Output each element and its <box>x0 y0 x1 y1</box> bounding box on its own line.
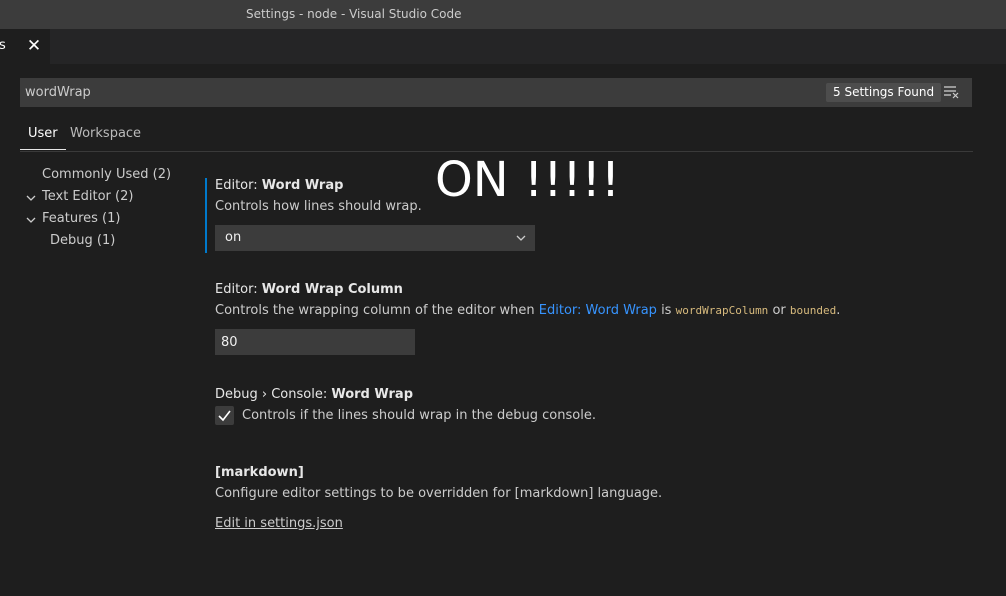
setting-category: Debug › Console: <box>215 387 332 402</box>
checkmark-icon <box>218 410 231 422</box>
setting-name: Word Wrap <box>261 178 344 193</box>
tab-user[interactable]: User <box>20 126 66 150</box>
setting-description: Controls how lines should wrap. <box>215 199 422 214</box>
tab-workspace[interactable]: Workspace <box>70 126 141 141</box>
setting-category: Editor: <box>215 282 262 297</box>
code-value: bounded <box>789 304 837 317</box>
clear-filter-icon[interactable] <box>943 85 959 99</box>
results-count-badge: 5 Settings Found <box>826 83 942 102</box>
overlay-annotation: ON !!!!! <box>435 152 621 208</box>
setting-link[interactable]: Editor: Word Wrap <box>539 303 657 318</box>
focus-indicator <box>205 178 207 253</box>
close-icon[interactable]: ✕ <box>24 35 44 57</box>
settings-search: 5 Settings Found <box>20 78 972 107</box>
title-bar: Settings - node - Visual Studio Code <box>0 0 1006 29</box>
toc-item-debug[interactable]: Debug (1) <box>50 231 115 251</box>
setting-title-markdown: [markdown] <box>215 465 304 480</box>
setting-title-debug-console-word-wrap: Debug › Console: Word Wrap <box>215 387 413 402</box>
word-wrap-select[interactable]: on <box>215 225 535 251</box>
chevron-down-icon <box>516 235 526 241</box>
chevron-down-icon[interactable] <box>25 214 37 226</box>
setting-name: Word Wrap <box>331 387 413 402</box>
desc-text: Controls the wrapping column of the edit… <box>215 303 539 318</box>
checkbox-label: Controls if the lines should wrap in the… <box>242 408 596 423</box>
desc-text: or <box>768 303 790 318</box>
setting-description: Configure editor settings to be overridd… <box>215 486 663 501</box>
desc-text: is <box>656 303 676 318</box>
edit-in-settings-json-link[interactable]: Edit in settings.json <box>215 516 343 531</box>
debug-console-word-wrap-checkbox[interactable] <box>215 406 234 425</box>
toc-item-commonly-used[interactable]: Commonly Used (2) <box>42 165 171 185</box>
scope-tabs: User Workspace <box>20 120 973 152</box>
code-value: wordWrapColumn <box>675 304 769 317</box>
search-input[interactable] <box>20 78 805 107</box>
toc-item-text-editor[interactable]: Text Editor (2) <box>42 187 133 207</box>
tab-bar: s ✕ <box>0 29 1006 64</box>
setting-title-word-wrap: Editor: Word Wrap <box>215 178 343 193</box>
setting-title-word-wrap-column: Editor: Word Wrap Column <box>215 282 403 297</box>
toc-item-features[interactable]: Features (1) <box>42 209 120 229</box>
select-value: on <box>225 230 242 245</box>
setting-category: Editor: <box>215 178 262 193</box>
desc-text: . <box>836 303 841 318</box>
tab-label: s <box>0 38 6 53</box>
word-wrap-column-input[interactable] <box>215 329 415 355</box>
setting-description: Controls the wrapping column of the edit… <box>215 303 840 318</box>
tab-settings[interactable]: s ✕ <box>0 29 50 64</box>
window-title: Settings - node - Visual Studio Code <box>246 7 462 21</box>
setting-name: Word Wrap Column <box>261 282 403 297</box>
chevron-down-icon[interactable] <box>25 192 37 204</box>
